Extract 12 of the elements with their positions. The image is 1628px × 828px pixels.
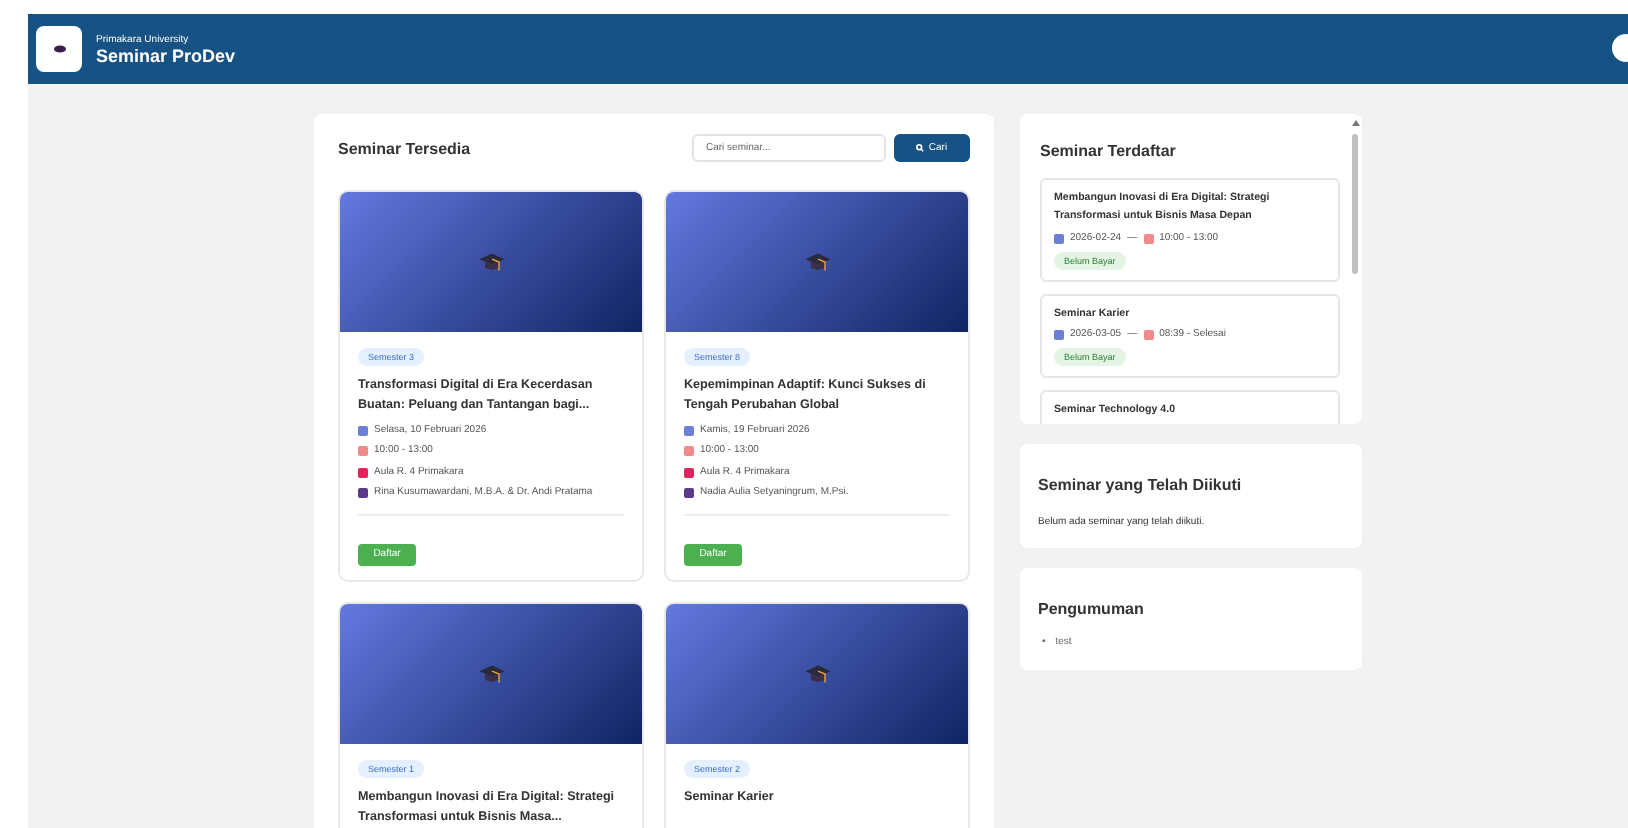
graduation-cap-icon (477, 248, 505, 276)
logo-icon (36, 26, 82, 72)
scroll-up-icon[interactable] (1351, 120, 1359, 126)
section-title: Seminar yang Telah Diikuti (1038, 476, 1242, 494)
section-title: Seminar Tersedia (338, 139, 471, 157)
app-title: Seminar ProDev (96, 45, 236, 65)
graduation-cap-icon (803, 660, 831, 688)
graduation-cap-icon (477, 660, 505, 688)
search-icon (916, 144, 925, 152)
section-title: Pengumuman (1038, 600, 1144, 618)
section-title: Seminar Terdaftar (1040, 142, 1176, 160)
graduation-cap-icon (803, 248, 831, 276)
